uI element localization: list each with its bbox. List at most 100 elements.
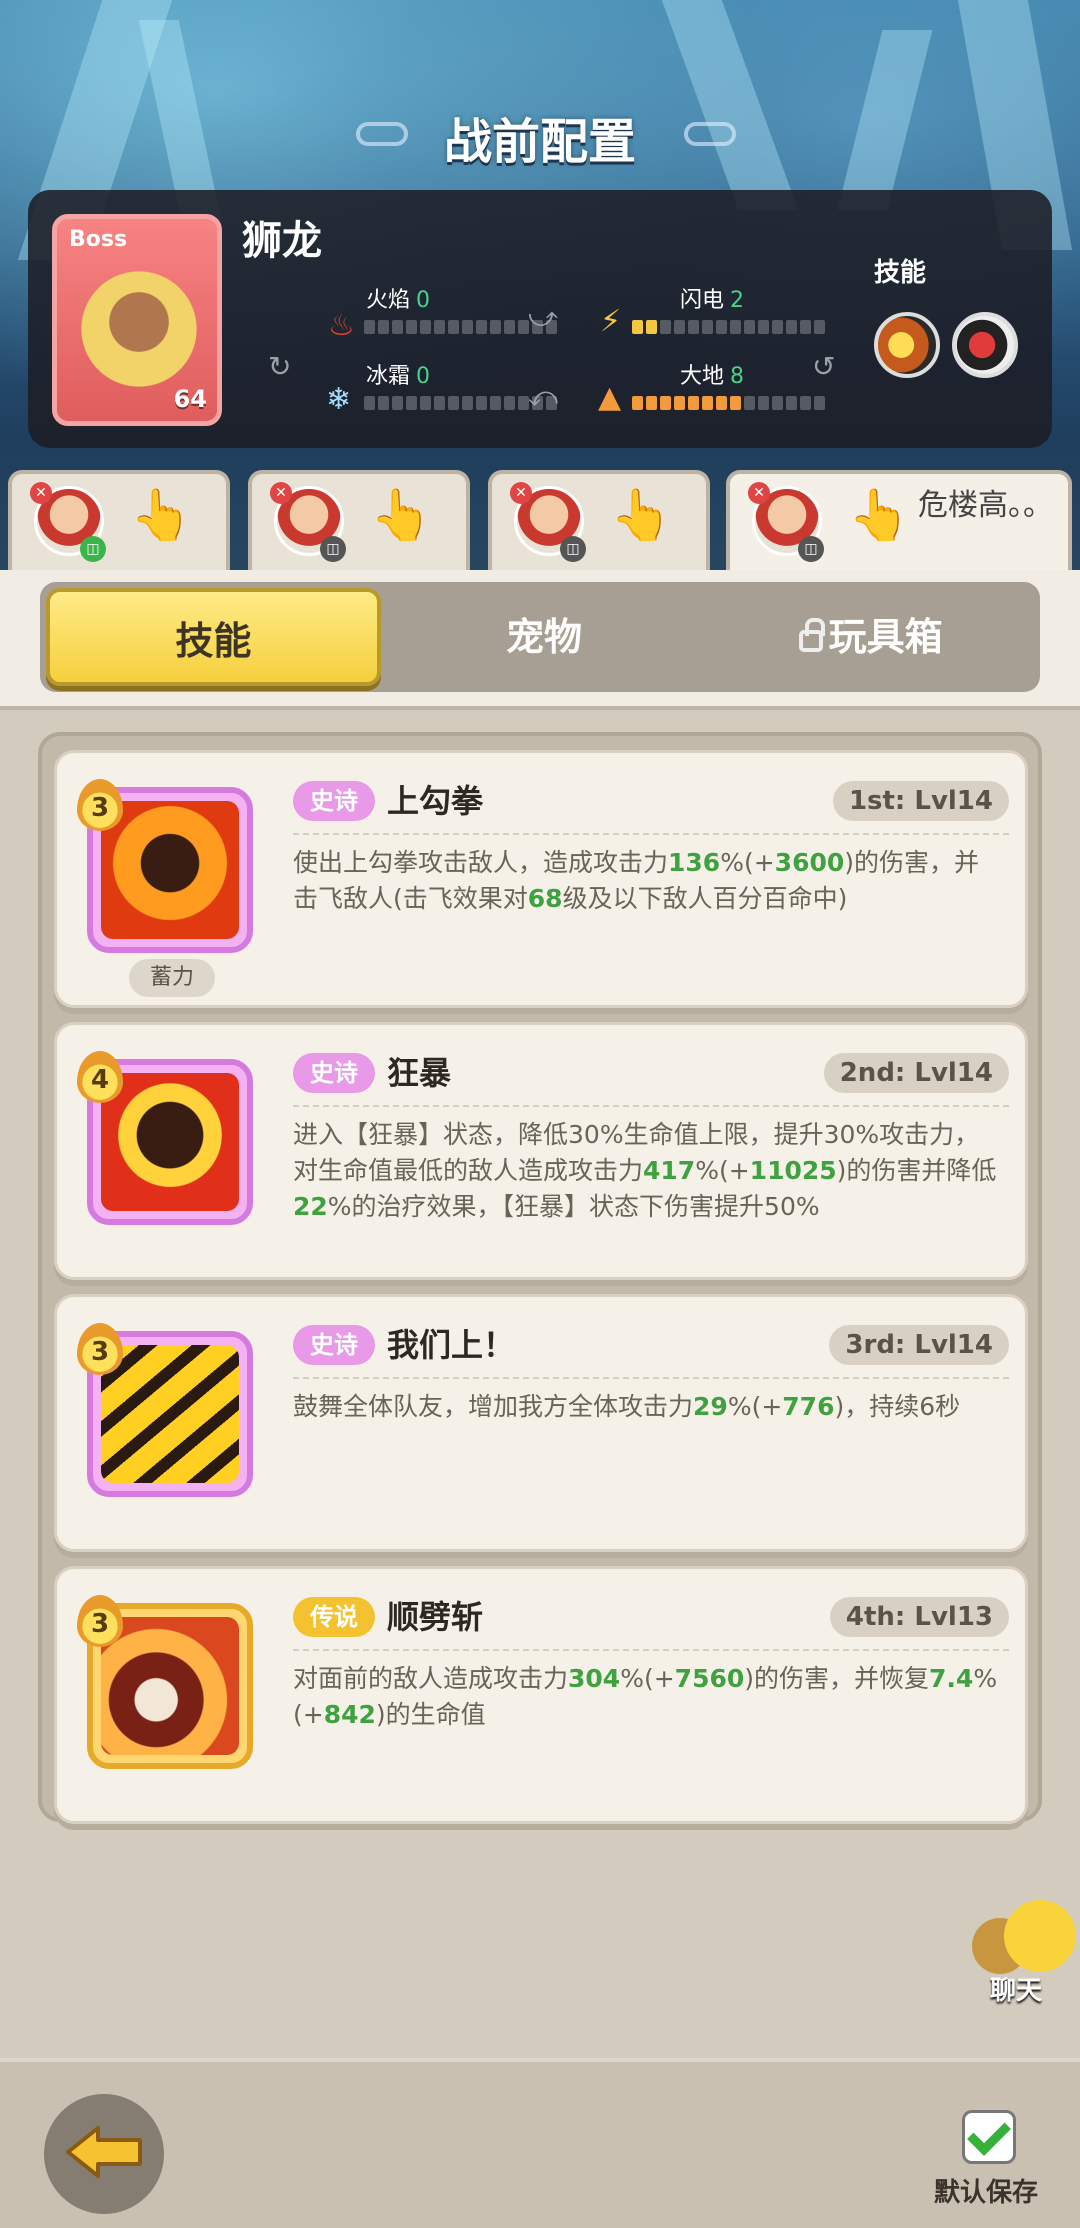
chat-button[interactable]: 聊天 <box>970 1900 1080 2020</box>
stat-value: 842 <box>323 1700 376 1729</box>
description-text: 鼓舞全体队友，增加我方全体攻击力 <box>293 1392 694 1421</box>
stat-value: 7.4 <box>929 1664 974 1693</box>
description-text: 对面前的敌人造成攻击力 <box>293 1664 569 1693</box>
remove-icon[interactable]: ✕ <box>748 482 770 504</box>
tab-pets[interactable]: 宠物 <box>381 588 708 686</box>
cycle-arrow-icon: ⤻ <box>528 300 558 333</box>
boss-tag: Boss <box>69 227 128 252</box>
hero-badge-icon: ◫ <box>320 536 346 562</box>
chat-label: 聊天 <box>990 1976 1043 2006</box>
stat-value: 68 <box>527 884 563 913</box>
lion-dragon-portrait <box>79 259 199 399</box>
rarity-badge: 传说 <box>293 1597 375 1637</box>
description-text: 使出上勾拳攻击敌人，造成攻击力 <box>293 848 669 877</box>
skill-card[interactable]: 3 史诗 我们上！ 3rd: Lvl14 鼓舞全体队友，增加我方全体攻击力29%… <box>54 1294 1028 1552</box>
main-panel: 技能 宠物 玩具箱 3 蓄力 史诗 上勾拳 1st: Lvl14 使出上勾拳攻击… <box>0 570 1080 2058</box>
remove-icon[interactable]: ✕ <box>510 482 532 504</box>
lightning-icon: ⚡ <box>600 304 622 339</box>
back-button[interactable] <box>44 2094 164 2214</box>
skill-card[interactable]: 4 史诗 狂暴 2nd: Lvl14 进入【狂暴】状态，降低30%生命值上限，提… <box>54 1022 1028 1280</box>
default-save-checkbox[interactable] <box>962 2110 1016 2164</box>
skill-card[interactable]: 3 传说 顺劈斩 4th: Lvl13 对面前的敌人造成攻击力304%(+756… <box>54 1566 1028 1824</box>
fire-icon: ♨ <box>328 308 355 343</box>
stat-value: 776 <box>782 1392 835 1421</box>
hero-badge-icon: ◫ <box>560 536 586 562</box>
hero-slot-2[interactable]: ✕ ◫ 👆 <box>248 470 470 570</box>
earth-stat: 大地 8 <box>680 364 745 389</box>
earth-bar <box>632 396 825 410</box>
description-text: %(+ <box>720 848 775 877</box>
cycle-arrow-icon: ⤺ <box>528 380 558 413</box>
stat-value: 3600 <box>774 848 845 877</box>
rarity-badge: 史诗 <box>293 781 375 821</box>
earth-icon: ▲ <box>598 380 622 415</box>
cleave-icon <box>101 1617 239 1755</box>
stat-value: 11025 <box>749 1156 837 1185</box>
boss-name: 狮龙 <box>242 218 322 264</box>
skill-description: 进入【狂暴】状态，降低30%生命值上限，提升30%攻击力，对生命值最低的敌人造成… <box>293 1117 1003 1225</box>
hero-slot-3[interactable]: ✕ ◫ 👆 <box>488 470 710 570</box>
skill-level: 3rd: Lvl14 <box>829 1325 1009 1365</box>
back-arrow-icon <box>66 2126 142 2178</box>
tab-skills[interactable]: 技能 <box>46 588 381 686</box>
boss-portrait[interactable]: Boss 64 <box>52 214 222 426</box>
tab-toybox[interactable]: 玩具箱 <box>707 588 1034 686</box>
frost-icon: ❄ <box>326 382 352 417</box>
hero-badge-icon: ◫ <box>798 536 824 562</box>
pointing-hand-icon: 👆 <box>370 486 433 544</box>
lock-icon <box>798 618 825 652</box>
rally-icon <box>101 1345 239 1483</box>
berserk-icon <box>101 1073 239 1211</box>
skill-list: 3 蓄力 史诗 上勾拳 1st: Lvl14 使出上勾拳攻击敌人，造成攻击力13… <box>38 732 1042 1824</box>
skill-card[interactable]: 3 蓄力 史诗 上勾拳 1st: Lvl14 使出上勾拳攻击敌人，造成攻击力13… <box>54 750 1028 1008</box>
hero-badge-icon: ◫ <box>80 536 106 562</box>
lightning-stat: 闪电 2 <box>680 288 745 313</box>
hero-slot-1[interactable]: ✕ ◫ 👆 <box>8 470 230 570</box>
skill-level: 1st: Lvl14 <box>832 781 1009 821</box>
page-title: 战前配置 <box>443 114 636 170</box>
uppercut-icon <box>101 801 239 939</box>
remove-icon[interactable]: ✕ <box>30 482 52 504</box>
stat-value: 22 <box>293 1192 328 1221</box>
description-text: %(+ <box>695 1156 750 1185</box>
skill-name: 上勾拳 <box>387 782 484 820</box>
skill-tag: 蓄力 <box>129 959 215 997</box>
skill-description: 使出上勾拳攻击敌人，造成攻击力136%(+3600)的伤害，并击飞敌人(击飞效果… <box>293 845 1003 917</box>
stat-value: 136 <box>668 848 721 877</box>
boss-skill-orb-2[interactable] <box>952 312 1018 378</box>
description-text: %(+ <box>727 1392 783 1421</box>
rarity-badge: 史诗 <box>293 1053 375 1093</box>
boss-level: 64 <box>173 385 207 413</box>
description-text: )的伤害并降低 <box>836 1156 997 1185</box>
stat-value: 7560 <box>674 1664 745 1693</box>
boss-skills-label: 技能 <box>874 258 927 288</box>
description-text: )的伤害，并恢复 <box>744 1664 930 1693</box>
description-text: )，持续6秒 <box>834 1392 961 1421</box>
skill-name: 我们上！ <box>387 1326 516 1364</box>
stat-value: 29 <box>693 1392 728 1421</box>
cycle-arrow-icon: ↺ <box>812 350 836 383</box>
skill-description: 对面前的敌人造成攻击力304%(+7560)的伤害，并恢复7.4%(+842)的… <box>293 1661 1003 1733</box>
description-text: %(+ <box>620 1664 675 1693</box>
stat-value: 417 <box>643 1156 696 1185</box>
boss-skill-orb-1[interactable] <box>874 312 940 378</box>
pointing-hand-icon: 👆 <box>848 486 911 544</box>
lightning-bar <box>632 320 825 334</box>
description-text: %的治疗效果，【狂暴】状态下伤害提升50% <box>327 1192 820 1221</box>
pointing-hand-icon: 👆 <box>610 486 673 544</box>
cycle-arrow-icon: ↻ <box>268 350 292 383</box>
boss-info-panel: Boss 64 狮龙 ♨ 火焰 0 ⚡ 闪电 2 ❄ 冰霜 0 ▲ 大地 8 ↻ ⤻ ⤺… <box>28 190 1052 448</box>
description-text: )的生命值 <box>375 1700 486 1729</box>
remove-icon[interactable]: ✕ <box>270 482 292 504</box>
skill-description: 鼓舞全体队友，增加我方全体攻击力29%(+776)，持续6秒 <box>293 1389 1003 1425</box>
check-icon <box>967 2112 1011 2156</box>
stat-value: 304 <box>568 1664 621 1693</box>
footer-bar: 默认保存 <box>0 2058 1080 2228</box>
description-text: 级及以下敌人百分百命中) <box>562 884 848 913</box>
skill-name: 狂暴 <box>387 1054 452 1092</box>
default-save-label: 默认保存 <box>934 2178 1039 2208</box>
frost-stat: 冰霜 0 <box>366 364 431 389</box>
hero-slot-label: 危楼高。。 <box>918 488 1053 523</box>
skill-level: 2nd: Lvl14 <box>823 1053 1009 1093</box>
skill-name: 顺劈斩 <box>387 1598 484 1636</box>
